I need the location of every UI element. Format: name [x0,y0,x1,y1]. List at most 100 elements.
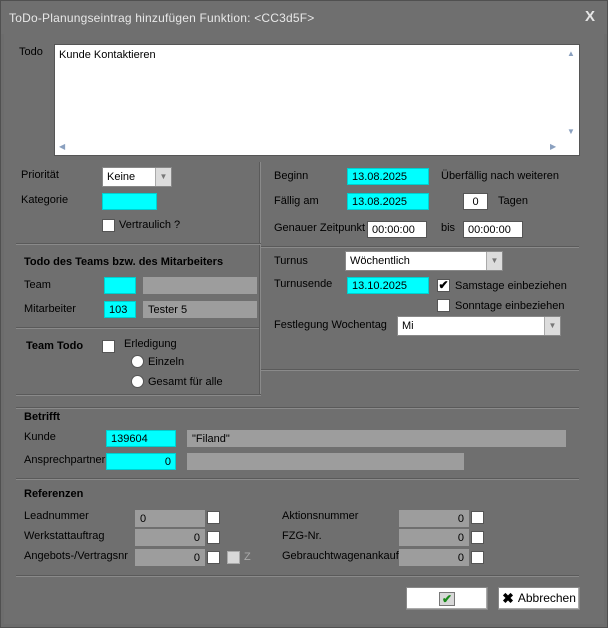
fzg-label: FZG-Nr. [282,530,322,542]
kunde-nr-field[interactable]: 139604 [106,430,176,447]
kategorie-field[interactable] [102,193,157,210]
vertraulich-label: Vertraulich ? [119,219,181,231]
divider [259,162,261,246]
wochentag-label: Festlegung Wochentag [274,319,387,331]
einzeln-radio[interactable] [131,355,144,368]
aktionsnummer-label: Aktionsnummer [282,510,359,522]
gesamt-radio[interactable] [131,375,144,388]
team-section-heading: Todo des Teams bzw. des Mitarbeiters [24,256,224,268]
team-name-field [143,277,257,294]
aktionsnummer-checkbox[interactable] [471,511,484,524]
abbrechen-label: Abbrechen [517,591,576,605]
title-bar: ToDo-Planungseintrag hinzufügen Funktion… [1,1,607,34]
todo-label: Todo [19,46,43,58]
turnusende-date-field[interactable]: 13.10.2025 [347,277,429,294]
zeitpunkt-label: Genauer Zeitpunkt [274,222,366,234]
beginn-label: Beginn [274,170,309,182]
scroll-left-icon[interactable]: ◀ [59,142,65,151]
z-checkbox[interactable] [227,551,240,564]
team-todo-label: Team Todo [26,340,84,352]
team-todo-checkbox[interactable] [102,340,115,353]
dialog-body: Todo Kunde Kontaktieren ▲ ▼ ◀ ▶ Prioritä… [4,34,604,624]
scroll-up-icon[interactable]: ▲ [567,49,575,58]
divider [259,246,261,394]
samstage-label: Samstage einbeziehen [455,280,567,292]
angebots-label: Angebots-/Vertragsnr [24,550,128,562]
vertraulich-checkbox[interactable] [102,219,115,232]
ok-check-icon: ✔ [439,591,455,606]
prioritaet-label: Priorität [21,169,59,181]
divider [16,243,261,245]
faellig-label: Fällig am [274,195,319,207]
samstage-checkbox[interactable]: ✔ [437,279,450,292]
angebots-field: 0 [135,549,205,566]
mitarbeiter-name-field: Tester 5 [143,301,257,318]
kunde-name-field: "Filand" [187,430,566,447]
beginn-date-field[interactable]: 13.08.2025 [347,168,429,185]
einzeln-label: Einzeln [148,356,185,368]
angebots-checkbox[interactable] [207,551,220,564]
gesamt-label: Gesamt für alle [148,376,223,388]
zeit-von-field[interactable]: 00:00:00 [367,221,427,238]
fzg-checkbox[interactable] [471,531,484,544]
sonntage-label: Sonntage einbeziehen [455,300,565,312]
gebrauchtwagen-label: Gebrauchtwagenankauf [282,550,399,562]
cancel-x-icon: ✖ [502,590,514,607]
ok-button[interactable]: ✔ [406,587,488,610]
turnusende-label: Turnusende [274,278,333,290]
kunde-label: Kunde [24,431,56,443]
leadnummer-label: Leadnummer [24,510,89,522]
bis-label: bis [441,222,456,234]
werkstatt-label: Werkstattauftrag [24,530,105,542]
kategorie-label: Kategorie [21,194,69,206]
divider [16,575,579,577]
mitarbeiter-id-field[interactable]: 103 [104,301,136,318]
prioritaet-select[interactable]: Keine ▼ [102,167,172,187]
aktionsnummer-field: 0 [399,510,469,527]
divider [16,394,261,396]
leadnummer-checkbox[interactable] [207,511,220,524]
dialog-window: ToDo-Planungseintrag hinzufügen Funktion… [0,0,608,628]
sonntage-checkbox[interactable] [437,299,450,312]
gebrauchtwagen-field: 0 [399,549,469,566]
todo-text-area[interactable]: Kunde Kontaktieren ▲ ▼ ◀ ▶ [54,44,580,156]
zeit-bis-field[interactable]: 00:00:00 [463,221,523,238]
wochentag-select[interactable]: Mi ▼ [397,316,561,336]
werkstatt-field: 0 [135,529,205,546]
divider [16,327,261,329]
werkstatt-checkbox[interactable] [207,531,220,544]
wochentag-value: Mi [402,320,414,332]
scroll-right-icon[interactable]: ▶ [550,142,556,151]
team-field[interactable] [104,277,136,294]
z-label: Z [244,551,251,563]
prioritaet-value: Keine [107,171,136,183]
window-title: ToDo-Planungseintrag hinzufügen Funktion… [9,11,315,25]
ansprechpartner-name-field [187,453,464,470]
divider [16,407,579,409]
chevron-down-icon[interactable]: ▼ [544,317,560,335]
close-icon[interactable]: X [585,8,595,25]
fzg-field: 0 [399,529,469,546]
tage-label: Tagen [498,195,528,207]
erledigung-label: Erledigung [124,338,177,350]
horizontal-scrollbar[interactable]: ◀ ▶ [55,140,565,155]
scroll-down-icon[interactable]: ▼ [567,127,575,136]
divider [261,246,579,248]
turnus-select[interactable]: Wöchentlich ▼ [345,251,503,271]
turnus-value: Wöchentlich [350,255,410,267]
divider [16,478,579,480]
mitarbeiter-label: Mitarbeiter [24,303,76,315]
ueberfaellig-label: Überfällig nach weiteren [441,170,560,182]
todo-text: Kunde Kontaktieren [59,49,156,61]
ansprechpartner-nr-field[interactable]: 0 [106,453,176,470]
vertical-scrollbar[interactable]: ▲ ▼ [564,45,579,141]
turnus-label: Turnus [274,255,308,267]
faellig-date-field[interactable]: 13.08.2025 [347,193,429,210]
divider [261,369,579,371]
gebrauchtwagen-checkbox[interactable] [471,551,484,564]
referenzen-heading: Referenzen [24,488,84,500]
chevron-down-icon[interactable]: ▼ [155,168,171,186]
chevron-down-icon[interactable]: ▼ [486,252,502,270]
tage-field[interactable]: 0 [463,193,488,210]
abbrechen-button[interactable]: ✖ Abbrechen [498,587,580,610]
